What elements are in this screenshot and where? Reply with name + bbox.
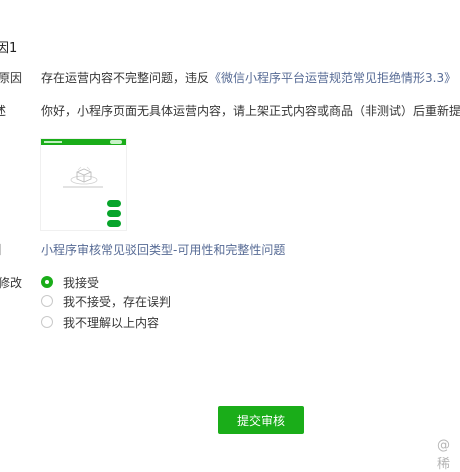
radio-do-not-understand[interactable]: 我不理解以上内容 — [41, 314, 159, 330]
rejection-screenshot-thumbnail[interactable] — [41, 139, 126, 230]
radio-unchecked-icon[interactable] — [41, 295, 53, 307]
description-label: 述 — [0, 104, 7, 118]
radio-label: 我接受 — [63, 275, 100, 290]
watermark: @稀 — [437, 438, 451, 472]
guide-link[interactable]: 小程序审核常见驳回类型-可用性和完整性问题 — [41, 241, 285, 258]
reason-label: 放原因 — [0, 71, 23, 85]
reason-text: 存在运营内容不完整问题，违反 — [41, 71, 210, 85]
radio-accept[interactable]: 我接受 — [41, 274, 99, 290]
accept-label: 受修改 — [0, 276, 23, 290]
radio-unchecked-icon[interactable] — [41, 316, 53, 328]
thumbnail-button — [107, 200, 121, 207]
description-text: 你好，小程序页面无具体运营内容，请上架正式内容或商品（非测试）后重新提交 — [41, 104, 460, 118]
radio-checked-icon[interactable] — [41, 276, 53, 288]
guide-label: 引 — [0, 241, 2, 258]
empty-box-icon — [70, 166, 98, 185]
thumbnail-button — [107, 220, 121, 227]
radio-disagree-misjudged[interactable]: 我不接受，存在误判 — [41, 293, 171, 309]
reason-value: 存在运营内容不完整问题，违反《微信小程序平台运营规范常见拒绝情形3.3》 — [41, 69, 456, 86]
radio-label: 我不理解以上内容 — [63, 315, 160, 330]
radio-label: 我不接受，存在误判 — [63, 294, 172, 309]
thumbnail-nav-bar — [41, 139, 126, 145]
thumbnail-button — [107, 210, 121, 217]
section-title: 因1 — [0, 41, 18, 56]
reason-rule-link[interactable]: 《微信小程序平台运营规范常见拒绝情形3.3》 — [209, 71, 456, 85]
submit-review-button[interactable]: 提交审核 — [218, 406, 304, 434]
